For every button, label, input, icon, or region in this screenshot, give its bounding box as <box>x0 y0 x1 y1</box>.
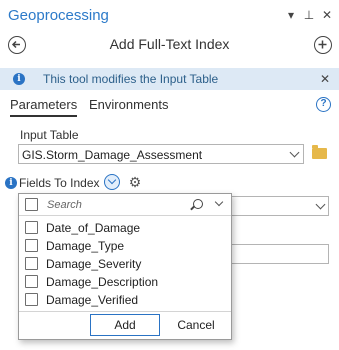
item-label: Damage_Severity <box>46 257 142 271</box>
add-fields-button[interactable]: Add <box>90 314 160 336</box>
list-item[interactable]: Damage_Type <box>19 237 231 255</box>
item-checkbox[interactable] <box>25 239 38 252</box>
pane-options-icon[interactable]: ▾ <box>284 7 298 23</box>
pane-titlebar: Geoprocessing ▾ ⊥ ✕ <box>0 0 339 32</box>
input-table-value: GIS.Storm_Damage_Assessment <box>22 148 203 162</box>
cancel-button[interactable]: Cancel <box>165 314 227 336</box>
pin-icon[interactable]: ⊥ <box>302 7 316 23</box>
item-label: Damage_Type <box>46 239 125 253</box>
list-item[interactable]: Damage_Description <box>19 273 231 291</box>
popup-footer: Add Cancel <box>19 311 231 339</box>
gear-icon[interactable]: ⚙ <box>128 175 142 189</box>
search-row <box>19 194 231 216</box>
item-checkbox[interactable] <box>25 221 38 234</box>
help-icon[interactable]: ? <box>316 97 331 112</box>
tab-parameters[interactable]: Parameters <box>10 97 78 117</box>
chevron-down-icon <box>289 147 300 158</box>
chevron-down-icon[interactable] <box>214 197 224 207</box>
search-icon[interactable] <box>193 199 203 209</box>
fields-dropdown-popup: Date_of_Damage Damage_Type Damage_Severi… <box>18 193 232 340</box>
list-item[interactable]: Date_of_Damage <box>19 219 231 237</box>
tab-bar: Parameters Environments ? <box>0 94 339 118</box>
item-checkbox[interactable] <box>25 257 38 270</box>
item-label: Damage_Description <box>46 275 159 289</box>
geoprocessing-pane: Geoprocessing ▾ ⊥ ✕ Add Full-Text Index … <box>0 0 339 350</box>
info-message: This tool modifies the Input Table <box>43 72 219 86</box>
chevron-down-icon <box>315 199 326 210</box>
fields-info-icon[interactable]: i <box>5 177 17 189</box>
item-label: Date_of_Damage <box>46 221 141 235</box>
list-item[interactable]: Damage_Verified <box>19 291 231 309</box>
pane-title: Geoprocessing <box>8 7 109 24</box>
tool-title: Add Full-Text Index <box>109 36 230 52</box>
info-icon: i <box>13 73 25 85</box>
add-button[interactable] <box>314 36 332 54</box>
chevron-down-icon <box>107 175 116 185</box>
browse-folder-icon[interactable] <box>312 145 327 159</box>
info-bar: i This tool modifies the Input Table ✕ <box>0 68 339 90</box>
fields-to-index-label: Fields To Index <box>19 176 100 190</box>
fields-dropdown-toggle[interactable] <box>104 174 120 190</box>
plus-icon <box>318 40 327 49</box>
input-table-select[interactable]: GIS.Storm_Damage_Assessment <box>18 144 304 164</box>
item-checkbox[interactable] <box>25 275 38 288</box>
input-table-label: Input Table <box>20 128 79 142</box>
pane-close-icon[interactable]: ✕ <box>320 7 334 23</box>
search-input[interactable] <box>47 198 187 212</box>
item-checkbox[interactable] <box>25 293 38 306</box>
tool-header: Add Full-Text Index <box>0 32 339 58</box>
select-all-checkbox[interactable] <box>25 198 38 211</box>
list-item[interactable]: Damage_Severity <box>19 255 231 273</box>
info-close-icon[interactable]: ✕ <box>318 71 332 87</box>
item-label: Damage_Verified <box>46 293 139 307</box>
tab-environments[interactable]: Environments <box>89 97 168 112</box>
